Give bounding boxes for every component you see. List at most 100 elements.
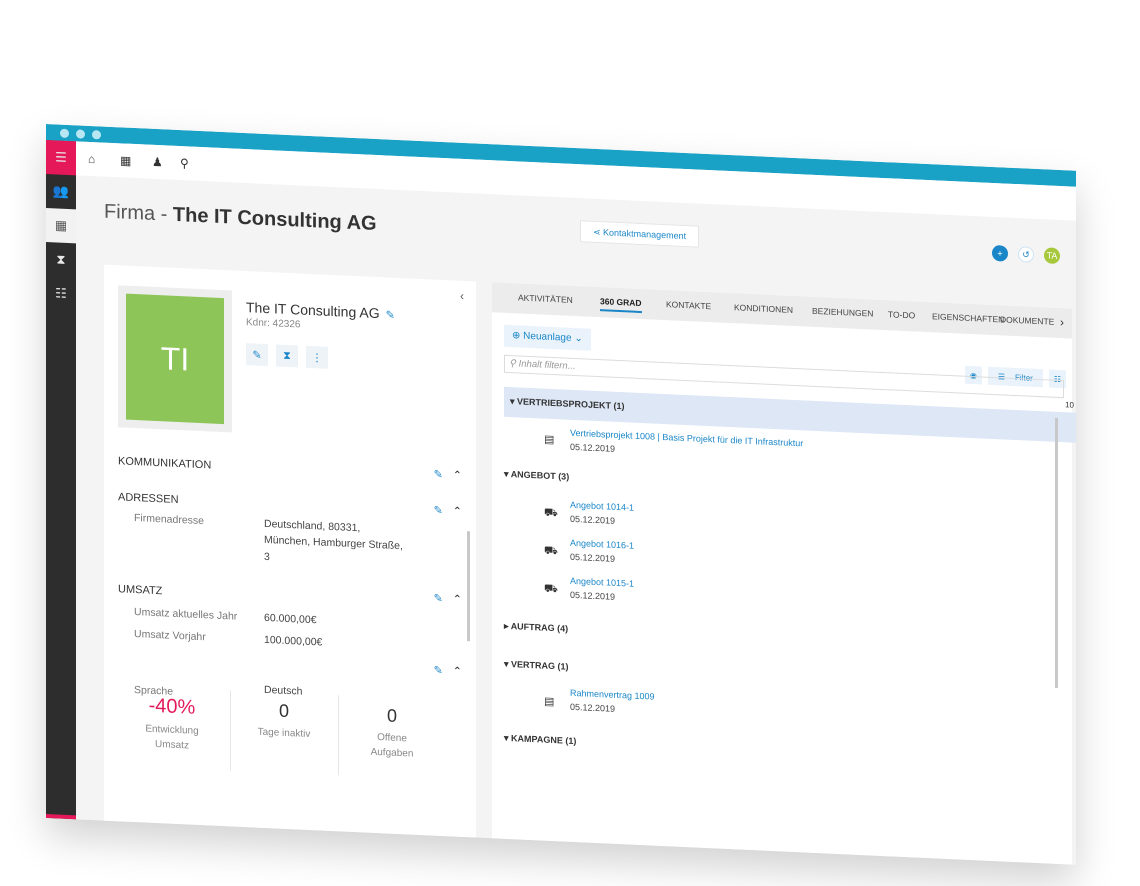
search-icon[interactable]: ⚲: [180, 156, 189, 170]
caret-down-icon: ▾: [504, 658, 512, 670]
entry-date: 05.12.2019: [570, 589, 616, 602]
chevron-right-icon[interactable]: ›: [1060, 315, 1064, 329]
section-kommunikation: KOMMUNIKATION: [118, 455, 212, 472]
edit-pencil-icon[interactable]: ✎: [434, 593, 443, 605]
stat-tage-inaktiv-value: 0: [278, 700, 289, 722]
edit-pencil-icon[interactable]: ✎: [434, 665, 443, 677]
calendar-icon[interactable]: ▦: [120, 153, 131, 168]
contacts-icon[interactable]: 👥: [46, 174, 76, 209]
hourglass-button[interactable]: ⧗: [276, 344, 298, 368]
stat-divider: [230, 690, 231, 771]
left-scrollbar[interactable]: [467, 531, 470, 642]
sidebar: ☰ 👥 ▦ ⧗ ☷: [46, 140, 76, 820]
entry-date: 05.12.2019: [570, 513, 616, 526]
page-title: Firma - The IT Consulting AG: [104, 201, 377, 236]
section-adressen: ADRESSEN: [118, 491, 179, 507]
list-icon[interactable]: ☷: [46, 276, 76, 311]
header-icons: + ↺ TA: [992, 244, 1060, 265]
entry-date: 05.12.2019: [570, 441, 616, 454]
tab-to-do[interactable]: TO-DO: [888, 309, 915, 320]
chevron-down-icon: ⌄: [571, 332, 583, 345]
stat-entwicklung: -40% Entwicklung Umsatz: [122, 693, 222, 755]
group-angebot[interactable]: ▾ ANGEBOT (3): [504, 469, 569, 483]
chevron-left-icon[interactable]: ‹: [460, 289, 464, 303]
stat-entwicklung-value: -40%: [148, 694, 196, 719]
stat-entwicklung-label: Entwicklung Umsatz: [122, 720, 222, 755]
group-vertriebsprojekt-label: VERTRIEBSPROJEKT (1): [517, 396, 625, 412]
plus-circle-icon: ⊕: [512, 330, 524, 342]
stage: ☰ 👥 ▦ ⧗ ☷ ⌂ ▦ ♟ ⚲ Firma - The IT Consult…: [0, 0, 1140, 886]
group-vertrag[interactable]: ▾ VERTRAG (1): [504, 659, 569, 673]
entry-date: 05.12.2019: [570, 701, 616, 714]
window-dot-2: [76, 129, 85, 139]
activity-panel: AKTIVITÄTEN 360 GRAD KONTAKTE KONDITIONE…: [492, 282, 1076, 865]
umsatz-aktuell-label: Umsatz aktuelles Jahr: [134, 605, 238, 623]
chevron-up-icon[interactable]: ⌃: [453, 593, 462, 605]
result-count: 10: [1065, 400, 1074, 410]
file-icon: ▤: [544, 695, 555, 709]
caret-down-icon: ▾: [510, 396, 518, 407]
edit-pencil-icon[interactable]: ✎: [386, 309, 395, 321]
group-angebot-label: ANGEBOT (3): [510, 469, 570, 482]
entry-link[interactable]: Angebot 1015-1: [570, 576, 634, 589]
firmenadresse-value: Deutschland, 80331, München, Hamburger S…: [264, 516, 403, 571]
tab-eigenschaften[interactable]: EIGENSCHAFTEN: [932, 311, 1004, 324]
company-actions: ✎ ⧗ ⋮: [246, 343, 328, 369]
stat-offene-aufgaben-label: Offene Aufgaben: [342, 728, 442, 763]
history-icon[interactable]: ↺: [1018, 246, 1034, 263]
kontaktmanagement-label: Kontaktmanagement: [603, 227, 687, 242]
tab-kontakte[interactable]: KONTAKTE: [666, 299, 711, 311]
sprache-value: Deutsch: [264, 683, 303, 698]
chevron-up-icon[interactable]: ⌃: [453, 469, 462, 481]
stat-offene-aufgaben: 0 Offene Aufgaben: [342, 703, 442, 763]
edit-button[interactable]: ✎: [246, 343, 268, 367]
entry-date: 05.12.2019: [570, 551, 616, 564]
right-scrollbar[interactable]: [1055, 417, 1058, 688]
window-dot-3: [92, 130, 101, 140]
home-icon[interactable]: ⌂: [88, 152, 95, 166]
kontaktmanagement-button[interactable]: ⋖ Kontaktmanagement: [580, 220, 700, 248]
tab-konditionen[interactable]: KONDITIONEN: [734, 302, 793, 315]
tab-360-grad[interactable]: 360 GRAD: [600, 296, 642, 314]
app-window: ☰ 👥 ▦ ⧗ ☷ ⌂ ▦ ♟ ⚲ Firma - The IT Consult…: [46, 124, 1076, 865]
more-options-button[interactable]: ⋮: [306, 345, 328, 369]
caret-right-icon: ▸: [504, 620, 511, 632]
tab-dokumente[interactable]: DOKUMENTE: [1000, 314, 1054, 326]
edit-pencil-icon[interactable]: ✎: [434, 505, 443, 517]
company-icon[interactable]: ▦: [46, 208, 76, 244]
stat-entwicklung-label-line2: Umsatz: [155, 738, 189, 752]
hamburger-menu-icon[interactable]: ☰: [46, 140, 76, 176]
cart-icon: ⛟: [544, 582, 558, 596]
neuanlage-button[interactable]: ⊕ Neuanlage ⌄: [504, 324, 591, 351]
group-kampagne[interactable]: ▾ KAMPAGNE (1): [504, 733, 576, 747]
umsatz-vorjahr-label: Umsatz Vorjahr: [134, 627, 206, 644]
edit-pencil-icon[interactable]: ✎: [434, 469, 443, 481]
adressen-controls: ✎ ⌃: [434, 504, 462, 518]
group-auftrag[interactable]: ▸ AUFTRAG (4): [504, 621, 568, 635]
stat-divider: [338, 695, 339, 776]
caret-down-icon: ▾: [504, 732, 512, 744]
kommunikation-controls: ✎ ⌃: [434, 468, 462, 482]
hourglass-icon[interactable]: ⧗: [46, 242, 76, 277]
main-area: ⌂ ▦ ♟ ⚲ Firma - The IT Consulting AG ⋖ K…: [76, 141, 1076, 865]
add-icon[interactable]: +: [992, 244, 1008, 262]
caret-down-icon: ▾: [504, 468, 511, 480]
customer-number: Kdnr: 42326: [246, 317, 301, 331]
bell-icon[interactable]: ♟: [152, 155, 163, 169]
chevron-up-icon[interactable]: ⌃: [453, 665, 462, 677]
search-icon: ⚲: [509, 358, 519, 370]
sprache-controls: ✎ ⌃: [434, 664, 462, 678]
tab-beziehungen[interactable]: BEZIEHUNGEN: [812, 306, 873, 319]
entry-link[interactable]: Rahmenvertrag 1009: [570, 688, 655, 702]
entry-link[interactable]: Angebot 1014-1: [570, 500, 634, 513]
user-avatar[interactable]: TA: [1044, 247, 1060, 265]
stat-tage-inaktiv: 0 Tage inaktiv: [234, 699, 334, 744]
firmenadresse-label: Firmenadresse: [134, 511, 205, 528]
entry-link[interactable]: Angebot 1016-1: [570, 538, 634, 551]
company-avatar-frame: TI: [118, 285, 232, 433]
group-vertrag-label: VERTRAG (1): [511, 659, 569, 672]
neuanlage-label: Neuanlage: [523, 330, 572, 344]
tab-aktivitaeten[interactable]: AKTIVITÄTEN: [518, 292, 573, 304]
chevron-up-icon[interactable]: ⌃: [453, 505, 462, 517]
umsatz-aktuell-value: 60.000,00€: [264, 611, 317, 627]
